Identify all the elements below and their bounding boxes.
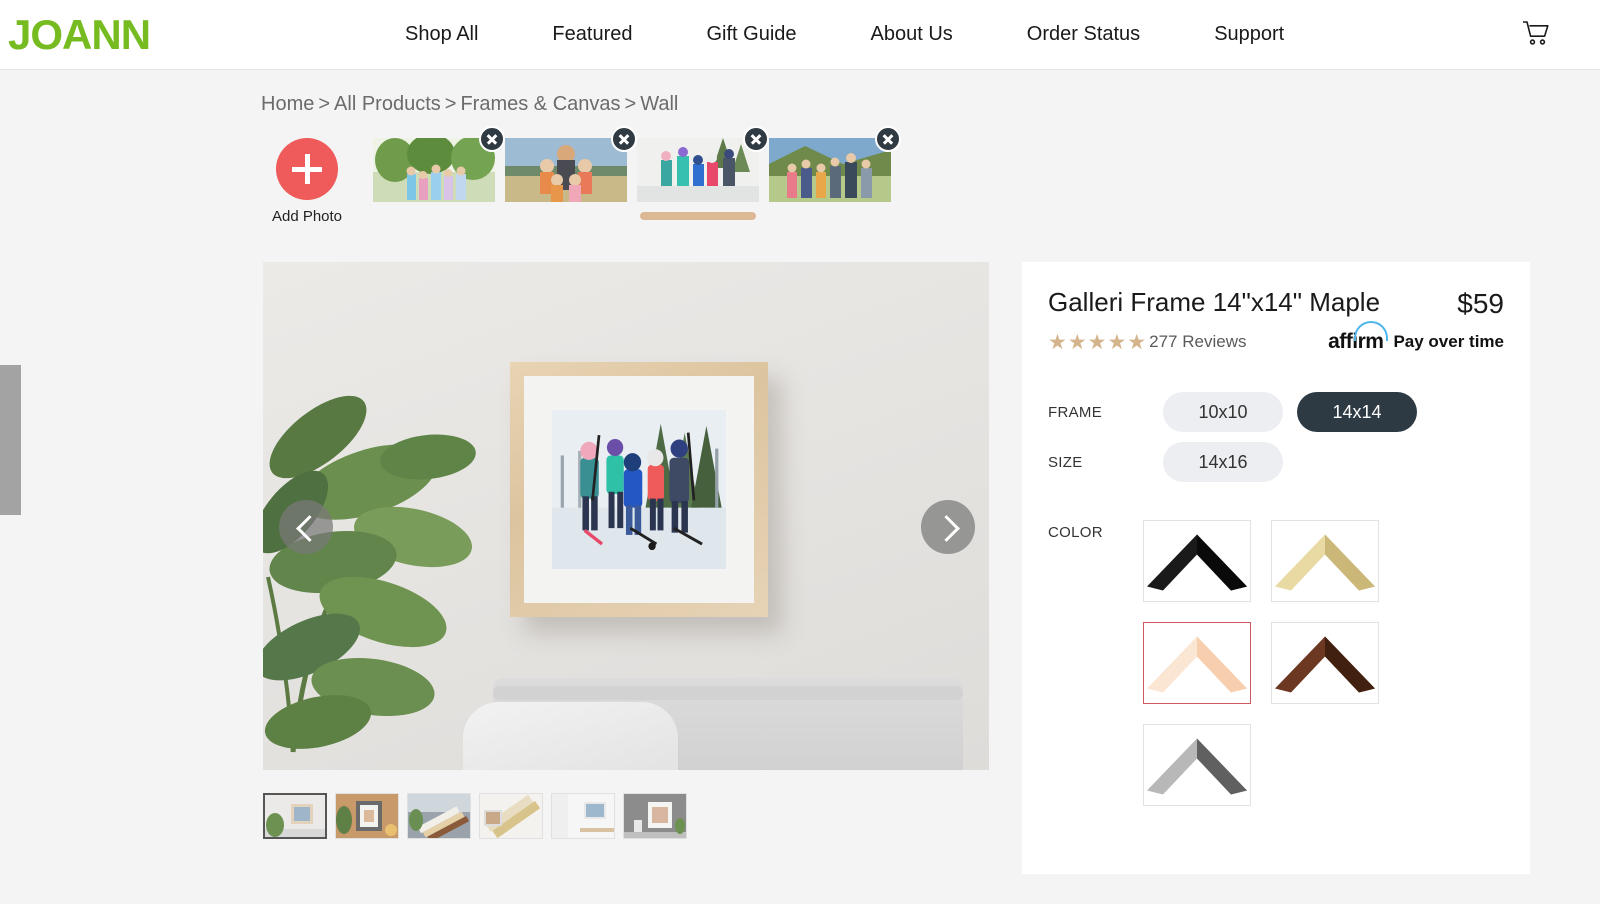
uploaded-photo-image <box>769 138 891 202</box>
frame-mat <box>524 376 754 603</box>
gallery-thumb[interactable] <box>407 793 471 839</box>
uploaded-photo-strip: Add Photo <box>261 126 901 225</box>
add-photo-button[interactable]: Add Photo <box>261 138 353 225</box>
uploaded-photo-item[interactable] <box>637 126 769 220</box>
color-swatch-walnut[interactable] <box>1271 622 1379 704</box>
color-swatch-gold[interactable] <box>1271 520 1379 602</box>
framed-product-preview <box>510 362 768 617</box>
frame-corner-icon <box>1275 636 1375 693</box>
color-swatch-grid <box>1143 520 1393 806</box>
product-title-row: Galleri Frame 14"x14" Maple $59 <box>1048 287 1504 320</box>
frame-option-14x14[interactable]: 14x14 <box>1297 392 1417 432</box>
affirm-arc-icon <box>1354 321 1389 341</box>
nav-item-shop-all[interactable]: Shop All <box>368 23 515 46</box>
uploaded-photo-image <box>637 138 759 202</box>
nav-item-gift-guide[interactable]: Gift Guide <box>669 23 833 46</box>
frame-option-row: FRAME 10x10 14x14 <box>1048 392 1504 432</box>
chevron-left-icon[interactable] <box>279 500 333 554</box>
breadcrumb-item-home[interactable]: Home <box>261 93 314 115</box>
frame-label: FRAME <box>1048 403 1102 421</box>
site-header: JOANN Shop All Featured Gift Guide About… <box>0 0 1600 70</box>
affirm-logo: affirm <box>1328 321 1389 354</box>
breadcrumb-item-all-products[interactable]: All Products <box>334 93 441 115</box>
nav-item-about-us[interactable]: About Us <box>834 23 990 46</box>
color-label: COLOR <box>1048 524 1103 541</box>
chevron-right-icon[interactable] <box>921 500 975 554</box>
breadcrumb-item-wall[interactable]: Wall <box>640 93 678 115</box>
plant-decor <box>263 362 493 762</box>
joann-logo[interactable]: JOANN <box>8 13 151 56</box>
close-circle-icon[interactable] <box>479 126 505 152</box>
breadcrumb-separator: > <box>624 93 637 115</box>
breadcrumb: Home > All Products > Frames & Canvas > Wall <box>261 93 678 116</box>
options-block: FRAME 10x10 14x14 SIZE 14x16 <box>1048 392 1504 482</box>
star-rating-icon: ★★★★★ <box>1048 330 1148 354</box>
add-photo-label: Add Photo <box>271 208 343 225</box>
affirm-promo[interactable]: affirm Pay over time <box>1328 321 1504 354</box>
color-swatch-maple[interactable] <box>1143 622 1251 704</box>
nav-item-featured[interactable]: Featured <box>515 23 669 46</box>
product-preview-stage <box>263 262 989 770</box>
affirm-pay-over-time-label: Pay over time <box>1393 332 1504 351</box>
gallery-thumb[interactable] <box>335 793 399 839</box>
frame-corner-icon <box>1147 636 1247 693</box>
breadcrumb-item-frames-canvas[interactable]: Frames & Canvas <box>460 93 620 115</box>
breadcrumb-separator: > <box>444 93 457 115</box>
nav-item-support[interactable]: Support <box>1177 23 1321 46</box>
page-scrollbar-thumb[interactable] <box>0 365 21 515</box>
color-block: COLOR <box>1048 520 1504 806</box>
main-navigation: Shop All Featured Gift Guide About Us Or… <box>368 23 1321 46</box>
cushion-decor <box>463 702 678 770</box>
photo-selected-indicator <box>640 212 756 220</box>
frame-corner-icon <box>1147 534 1247 591</box>
gallery-thumb[interactable] <box>479 793 543 839</box>
product-price: $59 <box>1457 288 1504 319</box>
size-label: SIZE <box>1048 453 1083 471</box>
frame-corner-icon <box>1147 738 1247 795</box>
uploaded-photo-image <box>373 138 495 202</box>
uploaded-photo-item[interactable] <box>373 126 505 202</box>
uploaded-photo-item[interactable] <box>769 126 901 202</box>
uploaded-photo-item[interactable] <box>505 126 637 202</box>
gallery-thumb[interactable] <box>263 793 327 839</box>
selected-photo-in-frame <box>552 410 726 569</box>
size-option-row: SIZE 14x16 <box>1048 442 1504 482</box>
size-option-14x16[interactable]: 14x16 <box>1163 442 1283 482</box>
gallery-thumb[interactable] <box>623 793 687 839</box>
close-circle-icon[interactable] <box>611 126 637 152</box>
rating-row: ★★★★★ 277 Reviews affirm Pay over time <box>1048 321 1504 354</box>
product-info-panel: Galleri Frame 14"x14" Maple $59 ★★★★★ 27… <box>1022 262 1530 874</box>
frame-option-10x10[interactable]: 10x10 <box>1163 392 1283 432</box>
review-count[interactable]: 277 Reviews <box>1149 332 1246 352</box>
nav-item-order-status[interactable]: Order Status <box>990 23 1177 46</box>
page-title: Galleri Frame 14"x14" Maple <box>1048 287 1381 317</box>
breadcrumb-separator: > <box>318 93 331 115</box>
uploaded-photo-image <box>505 138 627 202</box>
plus-icon <box>276 138 338 200</box>
close-circle-icon[interactable] <box>743 126 769 152</box>
color-swatch-gray[interactable] <box>1143 724 1251 806</box>
frame-corner-icon <box>1275 534 1375 591</box>
close-circle-icon[interactable] <box>875 126 901 152</box>
shopping-cart-icon[interactable] <box>1520 18 1550 48</box>
gallery-thumb[interactable] <box>551 793 615 839</box>
color-swatch-black[interactable] <box>1143 520 1251 602</box>
gallery-thumbnail-strip <box>263 793 687 839</box>
